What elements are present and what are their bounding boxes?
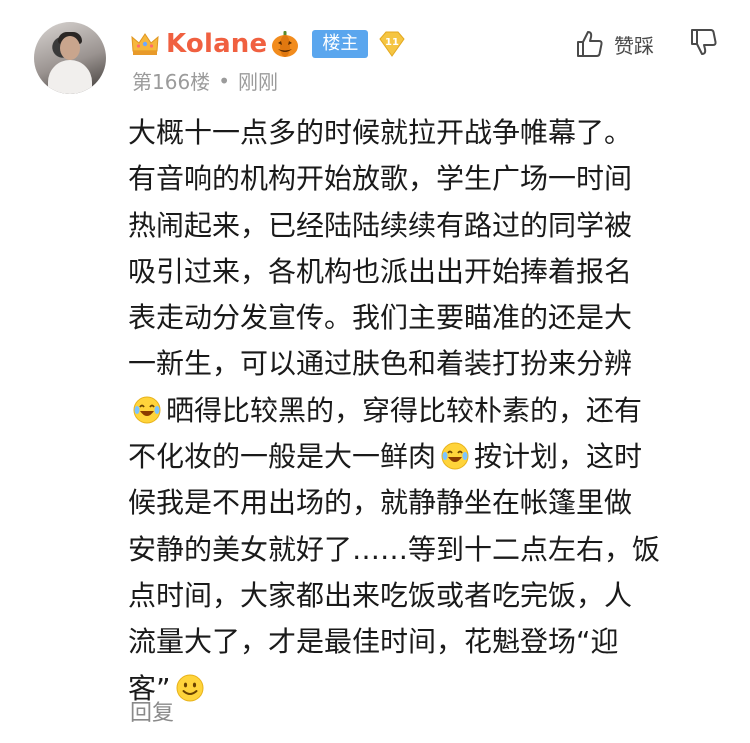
user-header: Kolane 楼主 11: [130, 26, 408, 62]
post-content: 大概十一点多的时候就拉开战争帷幕了。 有音响的机构开始放歌，学生广场一时间 热闹…: [128, 110, 718, 712]
username[interactable]: Kolane: [166, 29, 267, 59]
laugh-cry-emoji-icon: [441, 442, 469, 470]
avatar-body: [48, 60, 92, 94]
content-line-text: 晒得比较黑的，穿得比较朴素的，还有: [166, 393, 643, 427]
avatar-head: [60, 36, 80, 60]
content-line: 安静的美女就好了……等到十二点左右，饭: [128, 532, 661, 566]
thumb-up-icon[interactable]: [574, 28, 606, 60]
thumb-down-icon[interactable]: [688, 26, 720, 58]
content-line: 有音响的机构开始放歌，学生广场一时间: [128, 162, 633, 196]
content-line-with-emoji: 晒得比较黑的，穿得比较朴素的，还有: [128, 388, 718, 434]
content-line: 大概十一点多的时候就拉开战争帷幕了。: [128, 116, 633, 149]
avatar[interactable]: [34, 22, 106, 94]
content-line-text: 不化妆的一般是大一鲜肉: [128, 440, 437, 474]
meta-separator: •: [218, 68, 230, 93]
content-line-text: 按计划，这时: [474, 440, 643, 474]
dislike-button[interactable]: [688, 26, 720, 62]
crown-icon: [131, 33, 159, 55]
smile-emoji-icon: [176, 674, 204, 702]
content-line: 点时间，大家都出来吃饭或者吃完饭，人: [128, 578, 633, 612]
like-button[interactable]: 赞踩: [574, 28, 654, 60]
content-line-with-emoji: 客”: [128, 666, 718, 712]
reply-button[interactable]: 回复: [130, 695, 174, 727]
owner-badge: 楼主: [312, 30, 369, 58]
vote-actions: 赞踩: [574, 26, 720, 62]
content-line: 热闹起来，已经陆陆续续有路过的同学被: [128, 208, 633, 242]
content-line: 吸引过来，各机构也派出出开始捧着报名: [128, 254, 633, 288]
content-line: 表走动分发宣传。我们主要瞄准的还是大: [128, 301, 633, 335]
level-diamond-icon: 11: [379, 31, 405, 57]
floor-number: 第166楼: [132, 70, 211, 94]
level-number: 11: [385, 37, 399, 48]
post-time: 刚刚: [237, 70, 278, 94]
laugh-cry-emoji-icon: [133, 396, 161, 424]
content-line-with-emoji: 不化妆的一般是大一鲜肉 按计划，这时: [128, 434, 718, 480]
content-line: 候我是不用出场的，就静静坐在帐篷里做: [128, 486, 633, 520]
like-dislike-label[interactable]: 赞踩: [614, 30, 654, 59]
post-meta: 第166楼 • 刚刚: [132, 66, 278, 95]
pumpkin-icon: [272, 31, 299, 57]
content-line: 一新生，可以通过肤色和着装打扮来分辨: [128, 347, 633, 381]
content-line: 流量大了，才是最佳时间，花魁登场“迎: [128, 625, 619, 659]
